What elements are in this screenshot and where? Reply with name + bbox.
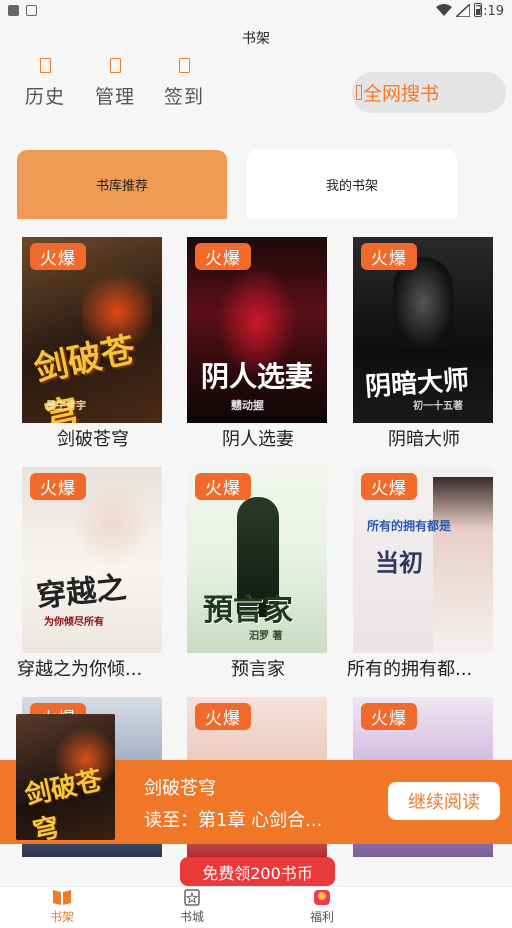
cover-author: 所有的拥有都是: [367, 519, 452, 533]
history-link[interactable]: 历史: [15, 58, 75, 109]
gift-icon: [314, 890, 330, 905]
cover-author: 戆动握: [231, 399, 264, 412]
book-title: 所有的拥有都...: [347, 659, 473, 680]
cover-author: 汩罗 著: [249, 631, 283, 642]
hot-badge: 火爆: [195, 473, 251, 500]
continue-cover-title: 剑破苍穹: [22, 765, 106, 840]
continue-reading-button[interactable]: 继续阅读: [388, 782, 500, 820]
book-card[interactable]: 所有的拥有都是 当初 火爆 所有的拥有都...: [347, 467, 493, 681]
wifi-icon: [436, 4, 452, 16]
checkin-label: 签到: [163, 86, 204, 108]
book-cover: 預言家 汩罗 著 火爆: [187, 467, 327, 653]
manage-icon: [109, 58, 121, 73]
book-cover: 剑破苍穹 墨生青宇 火爆: [22, 237, 162, 423]
tab-welfare[interactable]: 福利: [282, 889, 362, 925]
book-card[interactable]: 阴暗大师 初一十五著 火爆 阴暗大师: [353, 237, 495, 451]
continue-reading-title: 剑破苍穹: [144, 778, 216, 799]
tab-bookstore[interactable]: 书城: [152, 889, 232, 925]
book-card[interactable]: 剑破苍穹 墨生青宇 火爆 剑破苍穹: [22, 237, 164, 451]
tab-bookstore-label: 书城: [179, 910, 204, 924]
book-title: 剑破苍穹: [57, 429, 129, 450]
signal-icon: [456, 4, 470, 17]
book-title: 穿越之为你倾...: [17, 659, 143, 680]
history-icon: [39, 58, 51, 73]
tab-welfare-label: 福利: [309, 910, 334, 924]
book-cover: 阴人选妻 戆动握 火爆: [187, 237, 327, 423]
bookshelf-icon: [53, 890, 71, 905]
history-label: 历史: [24, 86, 65, 108]
tab-bookshelf-label: 书架: [49, 910, 74, 924]
book-title: 阴人选妻: [222, 429, 294, 450]
hot-badge: 火爆: [30, 473, 86, 500]
continue-reading-progress: 读至：第1章 心剑合...: [144, 810, 323, 831]
hot-badge: 火爆: [30, 243, 86, 270]
manage-label: 管理: [94, 86, 135, 108]
search-all-button[interactable]: 全网搜书: [352, 72, 506, 113]
hot-badge: 火爆: [361, 703, 417, 730]
checkin-link[interactable]: 签到: [154, 58, 214, 109]
clock: 3:19: [474, 4, 504, 19]
cover-title: 預言家: [203, 593, 293, 628]
book-cover: 所有的拥有都是 当初 火爆: [353, 467, 493, 653]
cover-title: 穿越之: [34, 570, 128, 615]
book-title: 预言家: [231, 659, 285, 680]
tab-my-shelf-label: 我的书架: [325, 179, 378, 194]
cover-title: 当初: [375, 548, 423, 577]
continue-reading-cover: 剑破苍穹: [16, 714, 115, 840]
checkin-icon: [178, 58, 190, 73]
app-notification-icon: [26, 5, 37, 16]
hot-badge: 火爆: [195, 703, 251, 730]
status-bar: 3:19: [0, 0, 512, 24]
book-cover: 阴暗大师 初一十五著 火爆: [353, 237, 493, 423]
hot-badge: 火爆: [195, 243, 251, 270]
hot-badge: 火爆: [361, 473, 417, 500]
continue-reading-bar[interactable]: 剑破苍穹 剑破苍穹 读至：第1章 心剑合... 继续阅读: [0, 714, 512, 844]
cover-author: 初一十五著: [413, 401, 463, 412]
cover-author: 墨生青宇: [46, 401, 86, 412]
tab-my-shelf[interactable]: 我的书架: [247, 150, 457, 219]
book-card[interactable]: 預言家 汩罗 著 火爆 预言家: [187, 467, 329, 681]
book-title: 阴暗大师: [388, 429, 460, 450]
tab-bookshelf[interactable]: 书架: [22, 889, 102, 925]
cover-author: 为你倾尽所有: [44, 617, 104, 628]
hot-badge: 火爆: [361, 243, 417, 270]
book-card[interactable]: 阴人选妻 戆动握 火爆 阴人选妻: [187, 237, 329, 451]
tab-recommend-label: 书库推荐: [95, 179, 148, 194]
tab-recommend[interactable]: 书库推荐: [17, 150, 227, 219]
bookstore-icon: [184, 889, 200, 906]
search-icon: [356, 85, 362, 100]
page-title: 书架: [242, 31, 270, 47]
bottom-tab-bar: 书架 书城 福利: [0, 886, 512, 928]
manage-link[interactable]: 管理: [85, 58, 145, 109]
book-card[interactable]: 穿越之 为你倾尽所有 火爆 穿越之为你倾...: [17, 467, 162, 681]
search-all-label: 全网搜书: [363, 83, 440, 105]
free-coins-button[interactable]: 免费领200书币: [180, 857, 335, 886]
notification-icon: [8, 5, 19, 16]
book-cover: 穿越之 为你倾尽所有 火爆: [22, 467, 162, 653]
cover-title: 阴人选妻: [201, 360, 314, 393]
